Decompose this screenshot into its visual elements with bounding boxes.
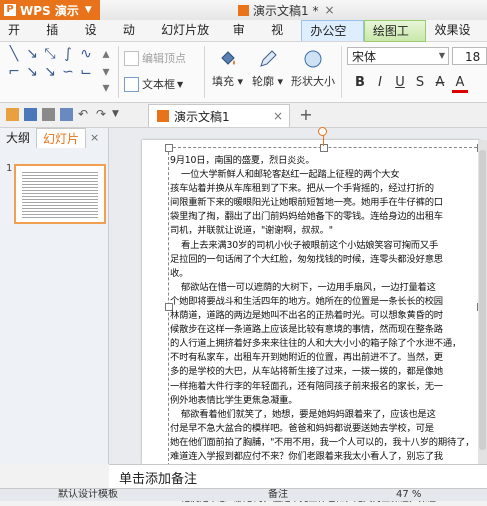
shape-gallery: ╲ ↘ ⤡ ∫ ∿ ⌐ ↘ ↘ ∽ ⌙ ▴ ▾ ▾ — [6, 46, 114, 98]
document-tab[interactable]: 演示文稿1 × — [148, 104, 290, 127]
font-name-select[interactable]: 宋体 ▼ — [347, 47, 449, 65]
window-title: 演示文稿1 * × — [238, 1, 335, 19]
strikethrough-button[interactable]: A — [432, 75, 448, 90]
scrollbar-thumb[interactable] — [479, 150, 486, 450]
ribbon-separator — [204, 46, 205, 98]
tab-outline[interactable]: 大纲 — [0, 128, 36, 148]
close-icon[interactable]: × — [90, 131, 99, 144]
notes-area[interactable]: 单击添加备注 — [109, 464, 487, 489]
notes-placeholder: 单击添加备注 — [119, 472, 198, 487]
more-shapes-icon[interactable]: ▾ — [98, 80, 114, 96]
bold-button[interactable]: B — [352, 75, 368, 90]
wps-app-menu-button[interactable]: P WPS 演示 ▼ — [0, 0, 100, 20]
menu-slideshow[interactable]: 幻灯片放映 — [153, 20, 225, 58]
slide-thumbnail[interactable] — [14, 164, 106, 224]
outline-button[interactable]: 轮廓 ▾ — [252, 48, 283, 89]
elbow-connector-icon[interactable]: ⌙ — [78, 64, 94, 80]
freeform-shape-icon[interactable]: ∿ — [78, 46, 94, 62]
slide-number: 1 — [6, 163, 13, 174]
shadow-button[interactable]: S — [412, 75, 428, 90]
underline-button[interactable]: U — [392, 75, 408, 90]
ribbon-separator — [341, 46, 342, 98]
edit-vertex-label: 编辑顶点 — [142, 52, 186, 65]
menu-insert[interactable]: 插入 — [38, 20, 76, 58]
ribbon: ╲ ↘ ⤡ ∫ ∿ ⌐ ↘ ↘ ∽ ⌙ ▴ ▾ ▾ 编辑顶点 文本框 ▼ 填充 … — [0, 42, 487, 103]
edit-vertex-icon — [124, 50, 139, 66]
font-name-value: 宋体 — [352, 50, 377, 64]
menu-office-space[interactable]: 办公空间 — [301, 20, 364, 58]
menu-animation[interactable]: 动画 — [115, 20, 153, 58]
scroll-down-icon[interactable]: ▾ — [98, 64, 114, 80]
ribbon-separator — [118, 46, 119, 98]
curve-connector-icon[interactable]: ∽ — [60, 64, 76, 80]
arrow-shape-icon[interactable]: ↘ — [42, 64, 58, 80]
textbox-label: 文本框 — [142, 78, 175, 91]
chevron-down-icon: ▼ — [84, 5, 92, 15]
arrow-shape-icon[interactable]: ↘ — [24, 64, 40, 80]
new-tab-button[interactable]: + — [296, 104, 316, 126]
window-title-text: 演示文稿1 * — [253, 3, 319, 18]
font-color-button[interactable]: A — [452, 75, 468, 93]
font-size-value: 18 — [465, 50, 481, 64]
textbox-button[interactable]: 文本框 ▼ — [124, 76, 183, 92]
shape-size-icon — [304, 50, 322, 68]
undo-icon[interactable]: ↶ — [78, 108, 91, 121]
menu-effects[interactable]: 效果设置 — [426, 20, 487, 58]
close-icon[interactable]: × — [273, 109, 283, 123]
fill-button[interactable]: 填充 ▾ — [212, 48, 243, 89]
tab-slides[interactable]: 幻灯片 — [36, 128, 87, 148]
app-name: WPS 演示 — [20, 3, 79, 18]
presentation-icon — [238, 4, 249, 16]
print-icon[interactable] — [42, 108, 55, 121]
arrow-shape-icon[interactable]: ↘ — [24, 46, 40, 62]
wps-logo-icon: P — [4, 4, 16, 16]
shape-size-label: 形状大小 — [291, 75, 335, 88]
notes-toggle-button[interactable]: 备注 — [268, 489, 288, 501]
resize-handle[interactable] — [320, 144, 328, 152]
double-arrow-shape-icon[interactable]: ⤡ — [42, 46, 58, 62]
menu-view[interactable]: 视图 — [263, 20, 301, 58]
folder-icon[interactable] — [6, 108, 19, 121]
menu-bar: 开始 插入 设计 动画 幻灯片放映 审阅 视图 办公空间 绘图工具 效果设置 — [0, 19, 487, 58]
scroll-up-icon[interactable]: ▴ — [98, 46, 114, 62]
menu-review[interactable]: 审阅 — [225, 20, 263, 58]
fill-bucket-icon — [220, 51, 235, 65]
document-tab-label: 演示文稿1 — [174, 109, 230, 124]
pen-outline-icon — [259, 50, 277, 67]
zoom-level[interactable]: 47 % — [396, 489, 421, 501]
chevron-down-icon[interactable]: ▼ — [112, 108, 125, 121]
shape-size-button[interactable]: 形状大小 — [291, 48, 335, 89]
template-name: 默认设计模板 — [58, 489, 118, 500]
rotation-handle[interactable] — [318, 127, 327, 136]
chevron-down-icon[interactable]: ▼ — [436, 48, 448, 64]
redo-icon[interactable]: ↷ — [96, 108, 109, 121]
outline-label: 轮廓 ▾ — [252, 75, 284, 88]
thumbnail-text-preview — [22, 170, 98, 218]
presentation-icon — [157, 110, 169, 122]
textbox-icon — [124, 76, 139, 92]
elbow-connector-icon[interactable]: ⌐ — [6, 64, 22, 80]
menu-design[interactable]: 设计 — [77, 20, 115, 58]
save-icon[interactable] — [24, 108, 37, 121]
edit-vertex-button[interactable]: 编辑顶点 — [124, 50, 186, 66]
status-bar: 默认设计模板 备注 47 % — [0, 488, 487, 501]
italic-button[interactable]: I — [372, 75, 388, 90]
close-icon[interactable]: × — [324, 3, 334, 17]
font-size-select[interactable]: 18 — [452, 47, 487, 65]
menu-start[interactable]: 开始 — [0, 20, 38, 58]
print-preview-icon[interactable] — [60, 108, 73, 121]
chevron-down-icon: ▼ — [177, 79, 184, 89]
line-shape-icon[interactable]: ╲ — [6, 46, 22, 62]
resize-handle[interactable] — [165, 144, 173, 152]
fill-label: 填充 ▾ — [212, 75, 244, 88]
menu-drawing-tools[interactable]: 绘图工具 — [363, 19, 427, 58]
slide-body-text[interactable]: 9月10日，南国的盛夏，烈日炎炎。 一位大学新鲜人和邮轮客赵红一起踏上征程的两个… — [170, 154, 478, 506]
curve-shape-icon[interactable]: ∫ — [60, 46, 76, 62]
